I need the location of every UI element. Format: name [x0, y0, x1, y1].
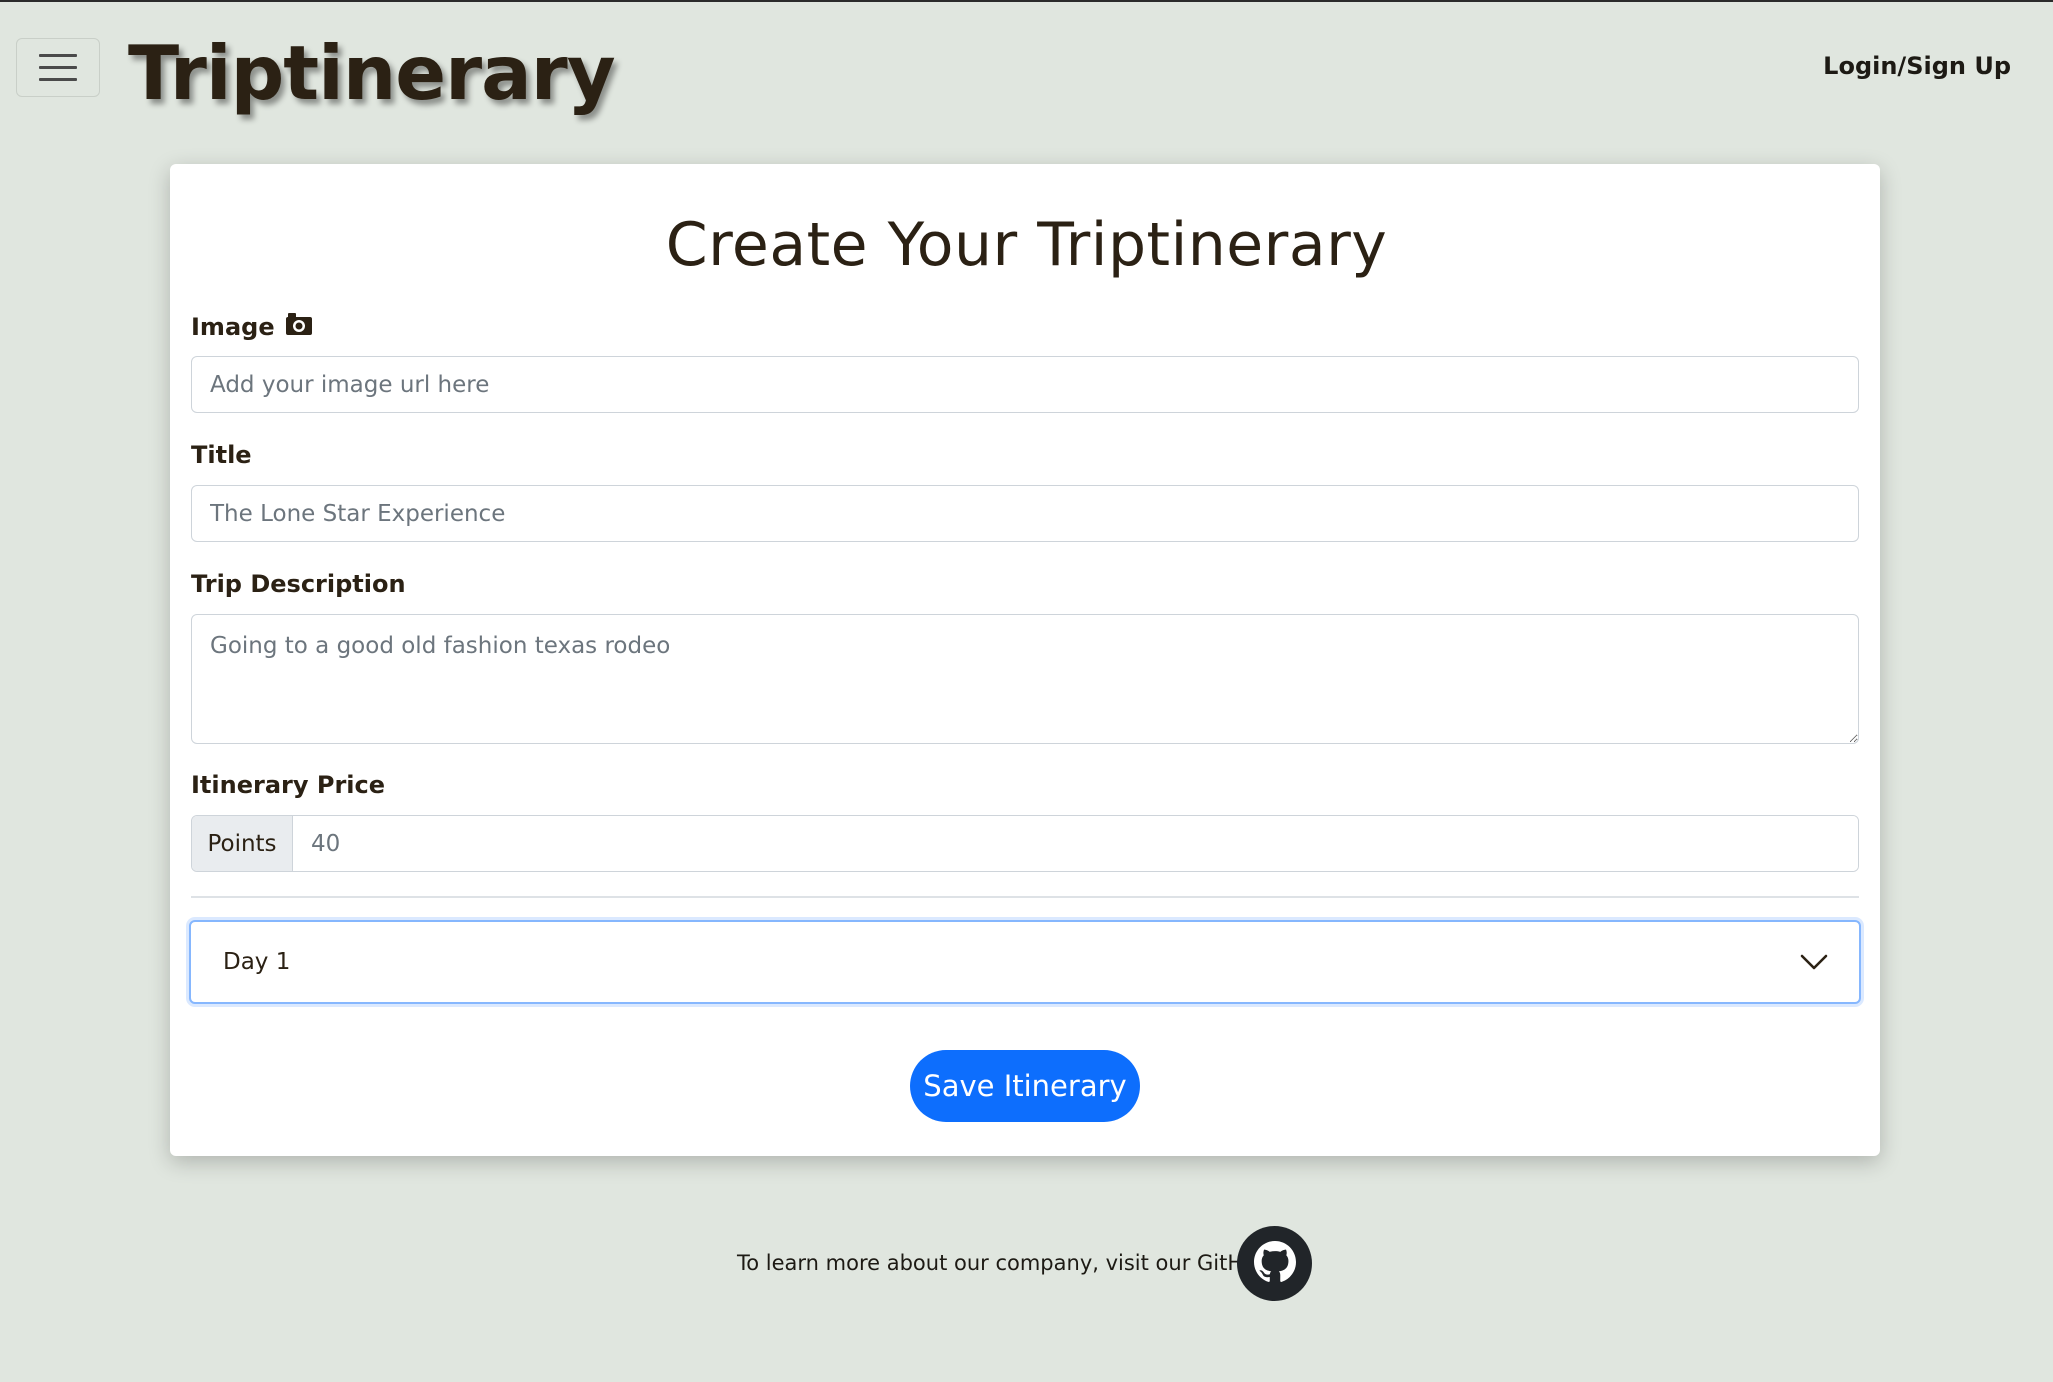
brand-title[interactable]: Triptinerary: [128, 28, 616, 118]
trip-description-textarea[interactable]: [191, 614, 1859, 744]
points-addon: Points: [192, 816, 293, 871]
footer-text: To learn more about our company, visit o…: [737, 1251, 1270, 1275]
price-input[interactable]: [293, 816, 1858, 871]
hamburger-menu-icon-bar: [39, 54, 77, 57]
hamburger-menu-button[interactable]: [16, 38, 100, 97]
title-label: Title: [191, 441, 252, 469]
day-select-value: Day 1: [223, 949, 291, 975]
image-url-input[interactable]: [191, 356, 1859, 413]
title-input[interactable]: [191, 485, 1859, 542]
image-label-row: Image: [191, 312, 313, 342]
itinerary-price-label: Itinerary Price: [191, 771, 386, 799]
trip-description-label: Trip Description: [191, 570, 406, 598]
price-input-group: Points: [191, 815, 1859, 872]
login-signup-link[interactable]: Login/Sign Up: [1823, 52, 2011, 80]
github-link[interactable]: [1237, 1226, 1312, 1301]
github-icon: [1253, 1240, 1296, 1287]
hamburger-menu-icon-bar: [39, 66, 77, 69]
chevron-down-icon: [1799, 947, 1829, 977]
save-itinerary-button[interactable]: Save Itinerary: [910, 1050, 1140, 1122]
image-label: Image: [191, 313, 275, 341]
page-title: Create Your Triptinerary: [665, 210, 1388, 280]
camera-icon: [285, 312, 313, 342]
day-select[interactable]: Day 1: [189, 920, 1861, 1004]
form-divider: [191, 896, 1859, 898]
hamburger-menu-icon-bar: [39, 78, 77, 81]
top-border: [0, 0, 2053, 2]
